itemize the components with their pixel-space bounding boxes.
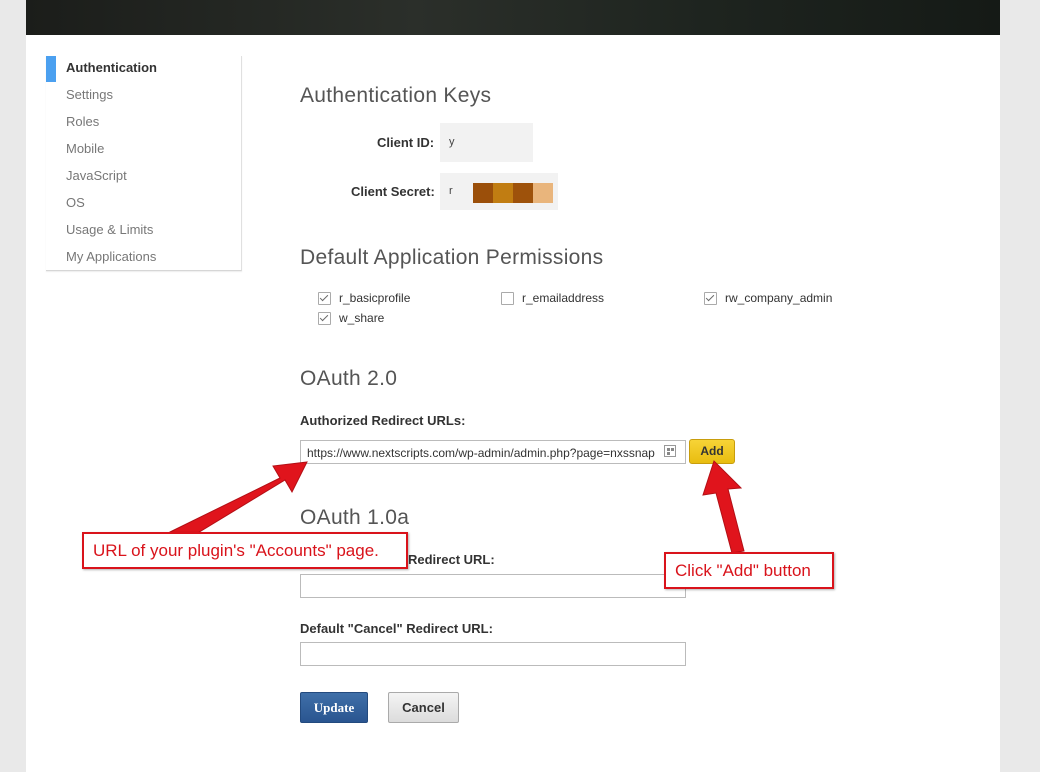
url-callout-text: URL of your plugin's "Accounts" page. bbox=[93, 541, 379, 560]
arrow-to-add-button bbox=[702, 460, 745, 554]
annotation-arrows bbox=[169, 460, 745, 554]
add-callout-text: Click "Add" button bbox=[675, 561, 811, 580]
url-callout: URL of your plugin's "Accounts" page. bbox=[82, 532, 408, 569]
add-callout: Click "Add" button bbox=[664, 552, 834, 589]
